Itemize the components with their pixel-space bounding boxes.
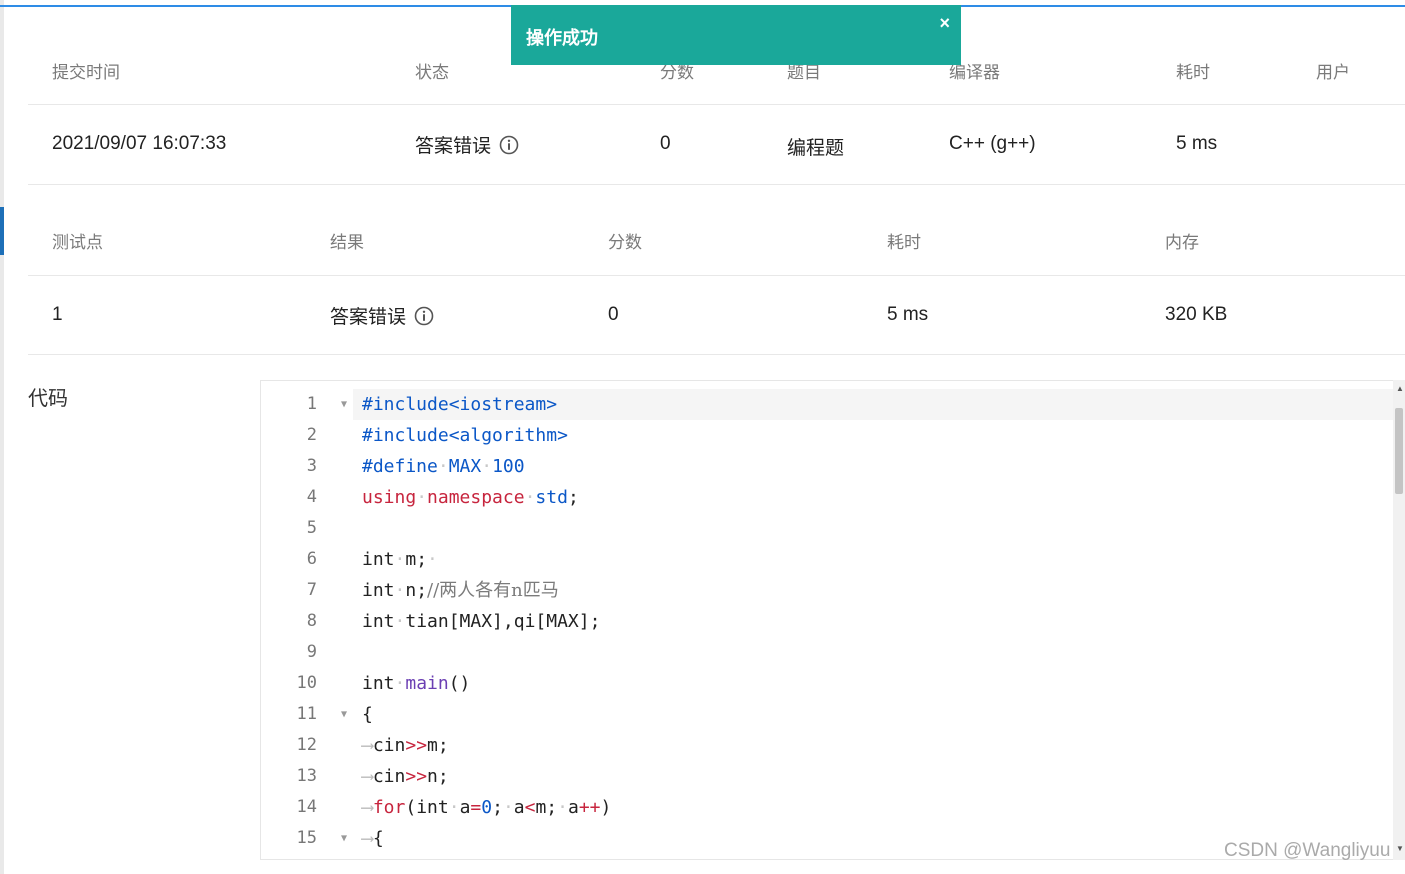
line-number: 7 — [306, 580, 317, 600]
line-number: 1 — [306, 394, 317, 414]
line-number: 8 — [306, 611, 317, 631]
code-line[interactable]: 4 using·namespace·std; — [261, 482, 1393, 513]
testcase-elapsed: 5 ms — [887, 304, 929, 325]
info-icon[interactable] — [414, 306, 434, 326]
testcase-memory: 320 KB — [1165, 304, 1228, 325]
info-icon[interactable] — [499, 135, 519, 155]
submit-time: 2021/09/07 16:07:33 — [52, 133, 227, 154]
header-elapsed: 耗时 — [1176, 63, 1210, 82]
code-line[interactable]: 1 ▼ #include<iostream> — [261, 389, 1393, 420]
code-line[interactable]: 12 ⟶cin>>m; — [261, 730, 1393, 761]
success-toast: 操作成功 × — [511, 5, 961, 65]
code-line[interactable]: 11 ▼ { — [261, 699, 1393, 730]
code-line[interactable]: 14 ⟶for(int·a=0;·a<m;·a++) — [261, 792, 1393, 823]
code-line[interactable]: 6 int·m;· — [261, 544, 1393, 575]
code-text: ⟶cin>>m; — [362, 735, 449, 756]
fold-toggle-icon[interactable]: ▼ — [341, 699, 347, 730]
header-testcase: 测试点 — [52, 233, 103, 252]
line-number: 10 — [296, 673, 317, 693]
left-edge-highlight — [0, 207, 4, 255]
line-number: 13 — [296, 766, 317, 786]
submission-status[interactable]: 答案错误 — [415, 131, 519, 158]
code-text: ⟶for(int·a=0;·a<m;·a++) — [362, 797, 612, 818]
line-number: 15 — [296, 828, 317, 848]
left-edge-bar — [0, 0, 4, 874]
header-submit-time: 提交时间 — [52, 63, 120, 82]
testcase-id: 1 — [52, 304, 63, 325]
fold-toggle-icon[interactable]: ▼ — [341, 389, 347, 420]
testcase-score: 0 — [608, 304, 619, 325]
header-memory: 内存 — [1165, 233, 1199, 252]
submission-problem: 编程题 — [787, 138, 845, 159]
testcase-header-row: 测试点 结果 分数 耗时 内存 — [28, 200, 1405, 276]
header-user: 用户 — [1316, 63, 1350, 82]
line-number: 14 — [296, 797, 317, 817]
code-editor[interactable]: 1 ▼ #include<iostream> 2 #include<algorithm>… — [260, 380, 1394, 860]
code-line[interactable]: 8 int·tian[MAX],qi[MAX]; — [261, 606, 1393, 637]
line-number: 11 — [296, 704, 317, 724]
code-text: using·namespace·std; — [362, 487, 579, 508]
code-line[interactable]: 3 #define·MAX·100 — [261, 451, 1393, 482]
code-text: { — [362, 704, 373, 725]
code-text: int·tian[MAX],qi[MAX]; — [362, 611, 601, 632]
toast-message: 操作成功 — [526, 28, 598, 48]
code-text: ⟶{ — [362, 828, 384, 849]
close-icon[interactable]: × — [939, 13, 950, 34]
code-line[interactable]: 9 — [261, 637, 1393, 668]
code-text: #include<iostream> — [362, 394, 558, 415]
scroll-down-arrow-icon[interactable]: ▼ — [1396, 844, 1404, 853]
line-number: 12 — [296, 735, 317, 755]
fold-toggle-icon[interactable]: ▼ — [341, 823, 347, 854]
testcase-result[interactable]: 答案错误 — [330, 302, 434, 329]
header-result: 结果 — [330, 233, 364, 252]
editor-scrollbar-thumb[interactable] — [1395, 408, 1403, 494]
line-number: 3 — [306, 456, 317, 476]
line-number: 6 — [306, 549, 317, 569]
line-number: 4 — [306, 487, 317, 507]
code-text: int·main() — [362, 673, 471, 694]
code-text: int·n;//两人各有n匹马 — [362, 580, 559, 601]
code-line[interactable]: 7 int·n;//两人各有n匹马 — [261, 575, 1393, 606]
header-status: 状态 — [415, 63, 449, 82]
code-text: #include<algorithm> — [362, 425, 568, 446]
status-label: 答案错误 — [415, 136, 492, 157]
code-text: #define·MAX·100 — [362, 456, 525, 477]
line-number: 5 — [306, 518, 317, 538]
submission-compiler: C++ (g++) — [949, 133, 1036, 154]
code-line[interactable]: 13 ⟶cin>>n; — [261, 761, 1393, 792]
line-number: 2 — [306, 425, 317, 445]
watermark: CSDN @Wangliyuu — [1224, 840, 1391, 861]
header-tc-score: 分数 — [608, 233, 642, 252]
line-number: 9 — [306, 642, 317, 662]
code-line[interactable]: 10 int·main() — [261, 668, 1393, 699]
code-line[interactable]: 2 #include<algorithm> — [261, 420, 1393, 451]
code-label: 代码 — [28, 388, 68, 410]
testcase-row: 1 答案错误 0 5 ms 320 KB — [28, 276, 1405, 355]
result-label: 答案错误 — [330, 307, 407, 328]
code-line[interactable]: 5 — [261, 513, 1393, 544]
code-text: int·m;· — [362, 549, 438, 570]
code-text: ⟶cin>>n; — [362, 766, 449, 787]
submission-score: 0 — [660, 133, 671, 154]
submission-row: 2021/09/07 16:07:33 答案错误 0 编程题 C++ (g++)… — [28, 105, 1405, 185]
scroll-up-arrow-icon[interactable]: ▲ — [1396, 384, 1404, 393]
header-tc-elapsed: 耗时 — [887, 233, 921, 252]
submission-elapsed: 5 ms — [1176, 133, 1218, 154]
